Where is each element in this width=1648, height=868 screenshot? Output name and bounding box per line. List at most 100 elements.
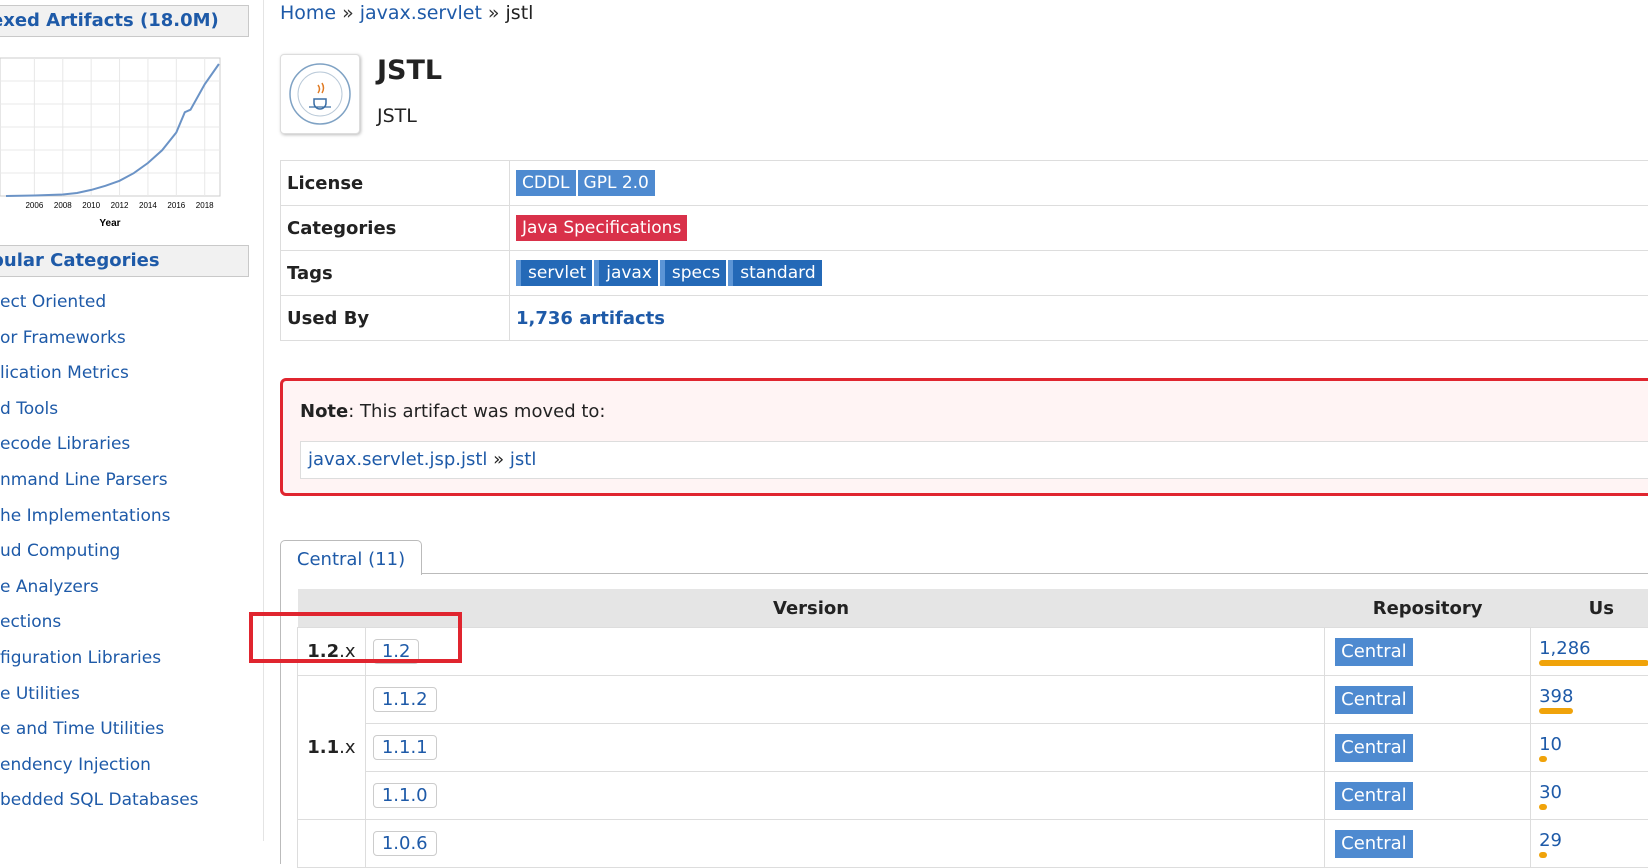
breadcrumb-home-link[interactable]: Home [280, 2, 336, 24]
version-cell: 1.0.6 [365, 820, 1324, 868]
repository-cell: Central [1325, 820, 1531, 868]
table-row: 1.1.x 1.1.2 Central 398 [298, 676, 1648, 724]
repository-cell: Central [1325, 772, 1531, 820]
usages-link[interactable]: 10 [1539, 734, 1562, 755]
category-link[interactable]: or Frameworks [0, 328, 126, 348]
used-by-link[interactable]: 1,736 artifacts [516, 308, 665, 329]
versions-table: Version Repository Us 1.2.x 1.2 Central … [297, 589, 1648, 868]
annotation-highlight-box [249, 612, 462, 663]
logo-svg [281, 55, 359, 133]
main-content: Home » javax.servlet » jstl JSTL JSTL Licens… [280, 0, 1648, 841]
category-link[interactable]: ections [0, 612, 61, 632]
version-group-number: 1.1 [307, 737, 339, 758]
indexed-artifacts-heading: exed Artifacts (18.0M) [0, 5, 249, 37]
note-text: Note: This artifact was moved to: [300, 401, 605, 422]
version-cell: 1.1.2 [365, 676, 1324, 724]
repository-cell: Central [1325, 628, 1531, 676]
category-link[interactable]: d Tools [0, 399, 58, 419]
category-link[interactable]: he Implementations [0, 506, 170, 526]
popular-categories-heading: pular Categories [0, 245, 249, 277]
repository-badge[interactable]: Central [1335, 830, 1413, 858]
table-row: 1.0.6 Central 29 [298, 820, 1648, 868]
note-label: Note [300, 401, 348, 422]
tab-central[interactable]: Central (11) [280, 540, 422, 575]
artifact-subtitle: JSTL [377, 105, 417, 127]
breadcrumb-separator: » [342, 2, 354, 24]
version-group-suffix: .x [339, 737, 355, 758]
artifact-info-table: License CDDLGPL 2.0 Categories Java Spec… [280, 160, 1648, 341]
usages-bar [1539, 804, 1547, 810]
note-separator: » [493, 449, 504, 470]
category-badge[interactable]: Java Specifications [516, 215, 687, 241]
versions-header-row: Version Repository Us [298, 589, 1648, 628]
usages-cell: 10 [1531, 724, 1648, 772]
license-values: CDDLGPL 2.0 [510, 161, 1648, 206]
version-link[interactable]: 1.0.6 [373, 831, 437, 856]
category-link[interactable]: ect Oriented [0, 292, 106, 312]
usages-link[interactable]: 29 [1539, 830, 1562, 851]
tags-values: servletjavaxspecsstandard [510, 251, 1648, 296]
license-badge-gpl[interactable]: GPL 2.0 [578, 170, 655, 196]
tags-label: Tags [281, 251, 510, 296]
categories-label: Categories [281, 206, 510, 251]
tag-servlet[interactable]: servlet [516, 260, 592, 286]
version-cell: 1.2 [365, 628, 1324, 676]
usages-link[interactable]: 398 [1539, 686, 1573, 707]
table-row: 1.1.0 Central 30 [298, 772, 1648, 820]
repository-badge[interactable]: Central [1335, 686, 1413, 714]
table-row: 1.2.x 1.2 Central 1,286 [298, 628, 1648, 676]
used-by-row: Used By 1,736 artifacts [281, 296, 1648, 341]
usages-column-header: Us [1531, 589, 1648, 628]
usages-cell: 398 [1531, 676, 1648, 724]
usages-bar [1539, 660, 1648, 666]
category-link[interactable]: e Utilities [0, 684, 80, 704]
usages-link[interactable]: 30 [1539, 782, 1562, 803]
tag-javax[interactable]: javax [594, 260, 658, 286]
relocation-note: Note: This artifact was moved to: javax.… [280, 378, 1648, 496]
repository-badge[interactable]: Central [1335, 638, 1413, 666]
license-row: License CDDLGPL 2.0 [281, 161, 1648, 206]
category-link[interactable]: lication Metrics [0, 363, 129, 383]
chart-x-tick-label: 2006 [25, 201, 43, 210]
usages-link[interactable]: 1,286 [1539, 638, 1591, 659]
relocated-artifact-link[interactable]: jstl [510, 449, 536, 470]
repository-badge[interactable]: Central [1335, 782, 1413, 810]
category-link[interactable]: endency Injection [0, 755, 151, 775]
category-link[interactable]: figuration Libraries [0, 648, 161, 668]
repository-cell: Central [1325, 724, 1531, 772]
version-group-1-1: 1.1.x [298, 676, 366, 820]
category-link[interactable]: e Analyzers [0, 577, 99, 597]
relocated-group-link[interactable]: javax.servlet.jsp.jstl [308, 449, 487, 470]
chart-x-tick-label: 2018 [196, 201, 214, 210]
indexed-artifacts-chart: 2006200820102012201420162018 Year [0, 52, 240, 232]
repository-badge[interactable]: Central [1335, 734, 1413, 762]
usages-bar [1539, 708, 1573, 714]
note-message: : This artifact was moved to: [348, 401, 605, 422]
tag-specs[interactable]: specs [660, 260, 726, 286]
version-link[interactable]: 1.1.0 [373, 783, 437, 808]
versions-tab-body: Version Repository Us 1.2.x 1.2 Central … [280, 573, 1648, 864]
chart-x-tick-label: 2010 [82, 201, 100, 210]
category-link[interactable]: e and Time Utilities [0, 719, 164, 739]
used-by-label: Used By [281, 296, 510, 341]
license-badge-cddl[interactable]: CDDL [516, 170, 576, 196]
category-link[interactable]: ecode Libraries [0, 434, 130, 454]
chart-x-axis-label: Year [99, 218, 120, 229]
chart-x-tick-label: 2012 [111, 201, 129, 210]
version-link[interactable]: 1.1.2 [373, 687, 437, 712]
category-link[interactable]: nmand Line Parsers [0, 470, 168, 490]
tag-standard[interactable]: standard [728, 260, 821, 286]
usages-bar [1539, 852, 1547, 858]
usages-cell: 1,286 [1531, 628, 1648, 676]
breadcrumb-current: jstl [506, 2, 534, 24]
chart-x-tick-label: 2008 [54, 201, 72, 210]
breadcrumb-group-link[interactable]: javax.servlet [360, 2, 482, 24]
version-link[interactable]: 1.1.1 [373, 735, 437, 760]
category-link[interactable]: ud Computing [0, 541, 120, 561]
repository-cell: Central [1325, 676, 1531, 724]
artifact-title: JSTL [377, 55, 442, 86]
version-cell: 1.1.0 [365, 772, 1324, 820]
version-cell: 1.1.1 [365, 724, 1324, 772]
java-community-process-logo-icon [280, 54, 360, 134]
category-link[interactable]: bedded SQL Databases [0, 790, 199, 810]
